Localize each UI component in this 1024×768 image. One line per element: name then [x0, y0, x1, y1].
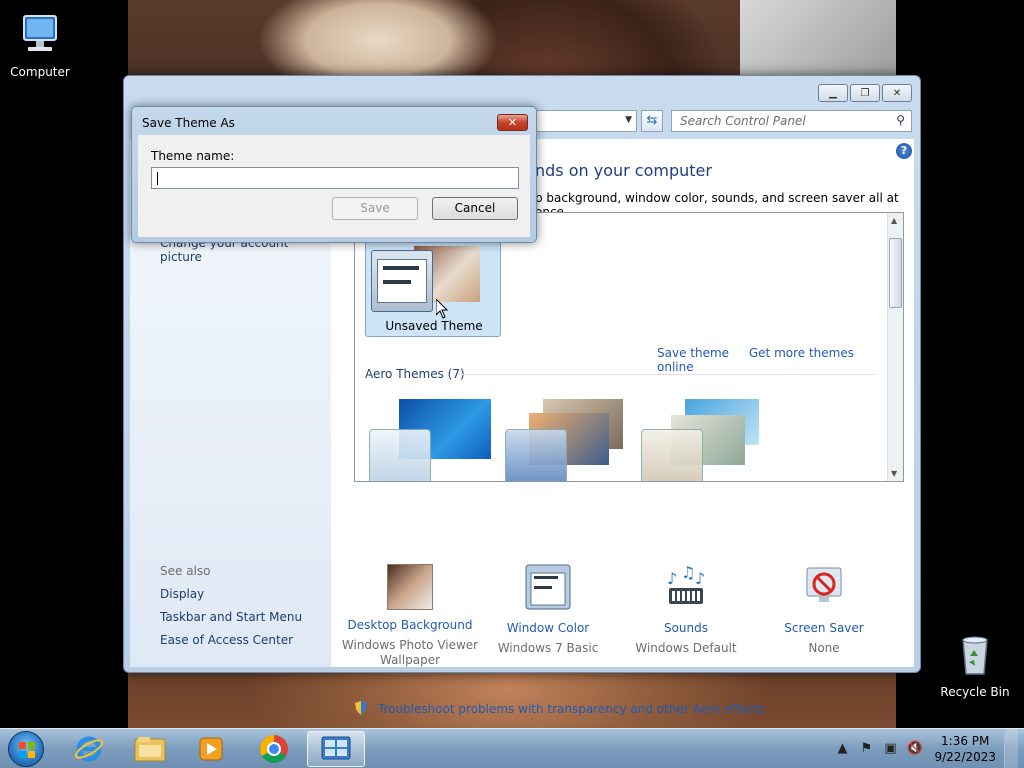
window-caption-buttons: ▁ ❐ ✕: [818, 84, 912, 102]
see-also-display[interactable]: Display: [160, 587, 204, 601]
taskbar-internet-explorer[interactable]: [60, 731, 118, 767]
sounds-value: Windows Default: [635, 641, 737, 655]
chevron-down-icon[interactable]: ▼: [625, 115, 632, 125]
desktop-icon-label: Recycle Bin: [940, 685, 1010, 699]
clock[interactable]: 1:36 PM 9/22/2023: [934, 733, 996, 765]
window-color-thumbnail: [641, 429, 703, 481]
cancel-button[interactable]: Cancel: [432, 197, 518, 220]
sounds-label: Sounds: [663, 621, 709, 635]
troubleshoot-aero-link[interactable]: Troubleshoot problems with transparency …: [378, 702, 765, 716]
refresh-button[interactable]: ⇆: [641, 110, 663, 132]
windows-logo-icon: [19, 742, 35, 758]
text-caret: [157, 172, 158, 185]
taskbar-control-panel[interactable]: [307, 731, 365, 767]
mouse-cursor-icon: [436, 299, 448, 319]
close-icon: ✕: [507, 116, 518, 129]
maximize-button[interactable]: ❐: [850, 84, 880, 102]
window-color-label: Window Color: [506, 621, 590, 635]
window-color-thumbnail: [369, 429, 431, 481]
see-also-header: See also: [160, 564, 211, 578]
control-panel-icon: [321, 736, 351, 760]
desktop-icon-computer[interactable]: Computer: [0, 10, 80, 79]
shield-icon: [355, 701, 367, 715]
chrome-icon: [260, 735, 288, 763]
action-center-flag-icon[interactable]: ⚑: [858, 741, 874, 757]
help-icon[interactable]: ?: [896, 143, 912, 159]
computer-icon: [23, 15, 57, 51]
theme-list-scrollbar[interactable]: ▲ ▼: [887, 213, 903, 481]
address-bar[interactable]: ▼: [534, 110, 637, 132]
dialog-body: Theme name: Save Cancel: [138, 135, 530, 237]
unsaved-theme-label: Unsaved Theme: [385, 319, 483, 333]
desktop-icon-recycle-bin[interactable]: Recycle Bin: [935, 630, 1015, 699]
screen-saver-item[interactable]: Screen Saver None: [754, 564, 894, 656]
refresh-icon: ⇆: [646, 113, 658, 128]
aero-themes-header: Aero Themes (7): [365, 367, 465, 381]
scroll-up-icon[interactable]: ▲: [891, 216, 897, 225]
dialog-title: Save Theme As: [142, 116, 235, 130]
page-title: nds on your computer: [535, 161, 712, 180]
svg-text:♪: ♪: [667, 569, 677, 588]
svg-text:♫: ♫: [681, 564, 695, 582]
show-hidden-icons-icon[interactable]: ▲: [834, 741, 850, 757]
theme-name-input[interactable]: [151, 167, 519, 189]
volume-muted-icon[interactable]: 🔇: [906, 741, 922, 757]
close-icon: ✕: [892, 87, 902, 99]
taskbar-chrome[interactable]: [245, 731, 303, 767]
recycle-bin-icon: [962, 636, 988, 675]
start-button[interactable]: [8, 731, 44, 767]
restore-icon: ❐: [860, 87, 870, 99]
search-placeholder: Search Control Panel: [680, 114, 806, 128]
see-also-taskbar[interactable]: Taskbar and Start Menu: [160, 610, 302, 624]
dialog-close-button[interactable]: ✕: [497, 114, 528, 131]
aero-theme-characters[interactable]: [641, 399, 765, 481]
theme-list[interactable]: Unsaved Theme Save theme Get more themes…: [354, 212, 904, 482]
show-desktop-button[interactable]: [1004, 729, 1018, 768]
folder-icon: [134, 737, 166, 762]
desktop-background-icon: [387, 564, 433, 610]
sounds-icon: ♪ ♫ ♪: [667, 563, 705, 604]
see-also-ease-of-access[interactable]: Ease of Access Center: [160, 633, 293, 647]
search-input[interactable]: Search Control Panel ⚲: [671, 110, 912, 132]
aero-theme-windows-7[interactable]: [369, 399, 493, 481]
desktop-background-value: Windows Photo Viewer Wallpaper: [341, 638, 479, 667]
taskbar-file-explorer[interactable]: [121, 731, 179, 767]
aero-theme-architecture[interactable]: [505, 399, 629, 481]
internet-explorer-icon: [74, 736, 104, 762]
clock-time: 1:36 PM: [941, 734, 990, 748]
save-theme-dialog: Save Theme As ✕ Theme name: Save Cancel: [131, 106, 537, 243]
theme-links: Save theme Get more themes online: [657, 346, 903, 374]
desktop-background-item[interactable]: Desktop Background Windows Photo Viewer …: [340, 564, 480, 668]
window-color-icon: [525, 564, 571, 610]
taskbar-media-player[interactable]: [182, 731, 240, 767]
desktop-icon-label: Computer: [10, 65, 70, 79]
window-color-item[interactable]: Window Color Windows 7 Basic: [478, 564, 618, 656]
network-icon[interactable]: ▣: [882, 741, 898, 757]
scroll-down-icon[interactable]: ▼: [891, 469, 897, 478]
close-button[interactable]: ✕: [882, 84, 912, 102]
screen-saver-value: None: [808, 641, 840, 655]
save-button[interactable]: Save: [332, 197, 418, 220]
minimize-button[interactable]: ▁: [818, 84, 848, 102]
section-divider: [459, 374, 875, 375]
desktop-background-label: Desktop Background: [347, 618, 473, 632]
scroll-thumb[interactable]: [889, 238, 902, 308]
media-player-icon: [199, 737, 223, 761]
troubleshoot-row: Troubleshoot problems with transparency …: [354, 701, 764, 716]
save-theme-link[interactable]: Save theme: [657, 346, 729, 360]
theme-name-label: Theme name:: [151, 149, 235, 163]
clock-date: 9/22/2023: [934, 750, 996, 764]
minimize-icon: ▁: [829, 87, 837, 99]
svg-text:♪: ♪: [695, 569, 705, 588]
window-color-value: Windows 7 Basic: [497, 641, 599, 655]
window-color-thumbnail: [371, 250, 433, 312]
screen-saver-icon: [806, 567, 842, 602]
sounds-item[interactable]: ♪ ♫ ♪ Sounds Windows Default: [616, 563, 756, 656]
screen-saver-label: Screen Saver: [784, 621, 864, 635]
window-color-thumbnail: [505, 429, 567, 481]
taskbar: ▲ ⚑ ▣ 🔇 1:36 PM 9/22/2023: [0, 728, 1024, 768]
system-tray: ▲ ⚑ ▣ 🔇 1:36 PM 9/22/2023: [826, 729, 1018, 768]
search-icon[interactable]: ⚲: [896, 113, 905, 127]
